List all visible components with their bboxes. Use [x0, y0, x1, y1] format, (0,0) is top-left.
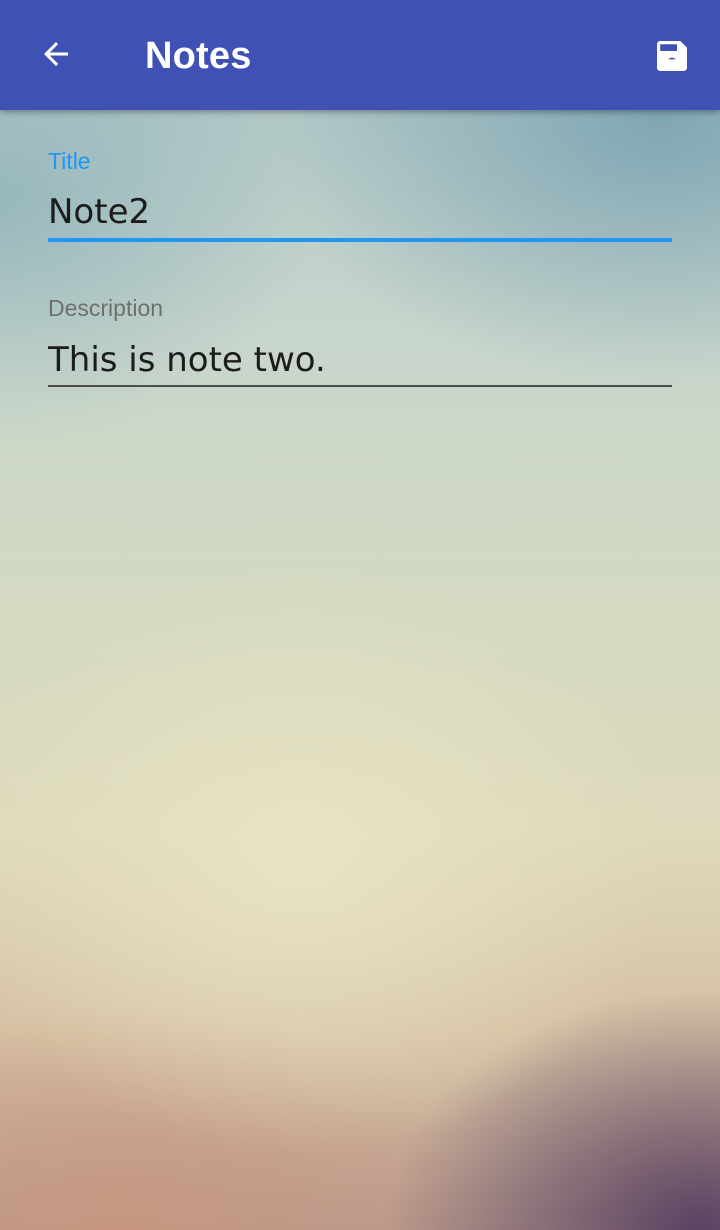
title-field: Title — [48, 148, 672, 248]
save-button[interactable] — [642, 26, 702, 86]
description-input[interactable] — [48, 336, 672, 384]
back-button[interactable] — [24, 26, 88, 82]
description-label: Description — [48, 295, 164, 321]
description-underline — [48, 385, 672, 387]
save-floppy-icon — [657, 41, 687, 71]
app-bar: Notes — [0, 0, 720, 110]
note-edit-screen: Notes Title Description — [0, 0, 720, 1230]
title-input[interactable] — [48, 188, 672, 236]
app-title: Notes — [145, 35, 252, 77]
title-underline-focused — [48, 238, 672, 242]
arrow-back-icon — [44, 42, 68, 66]
description-field: Description — [48, 295, 672, 395]
title-label: Title — [48, 148, 91, 174]
